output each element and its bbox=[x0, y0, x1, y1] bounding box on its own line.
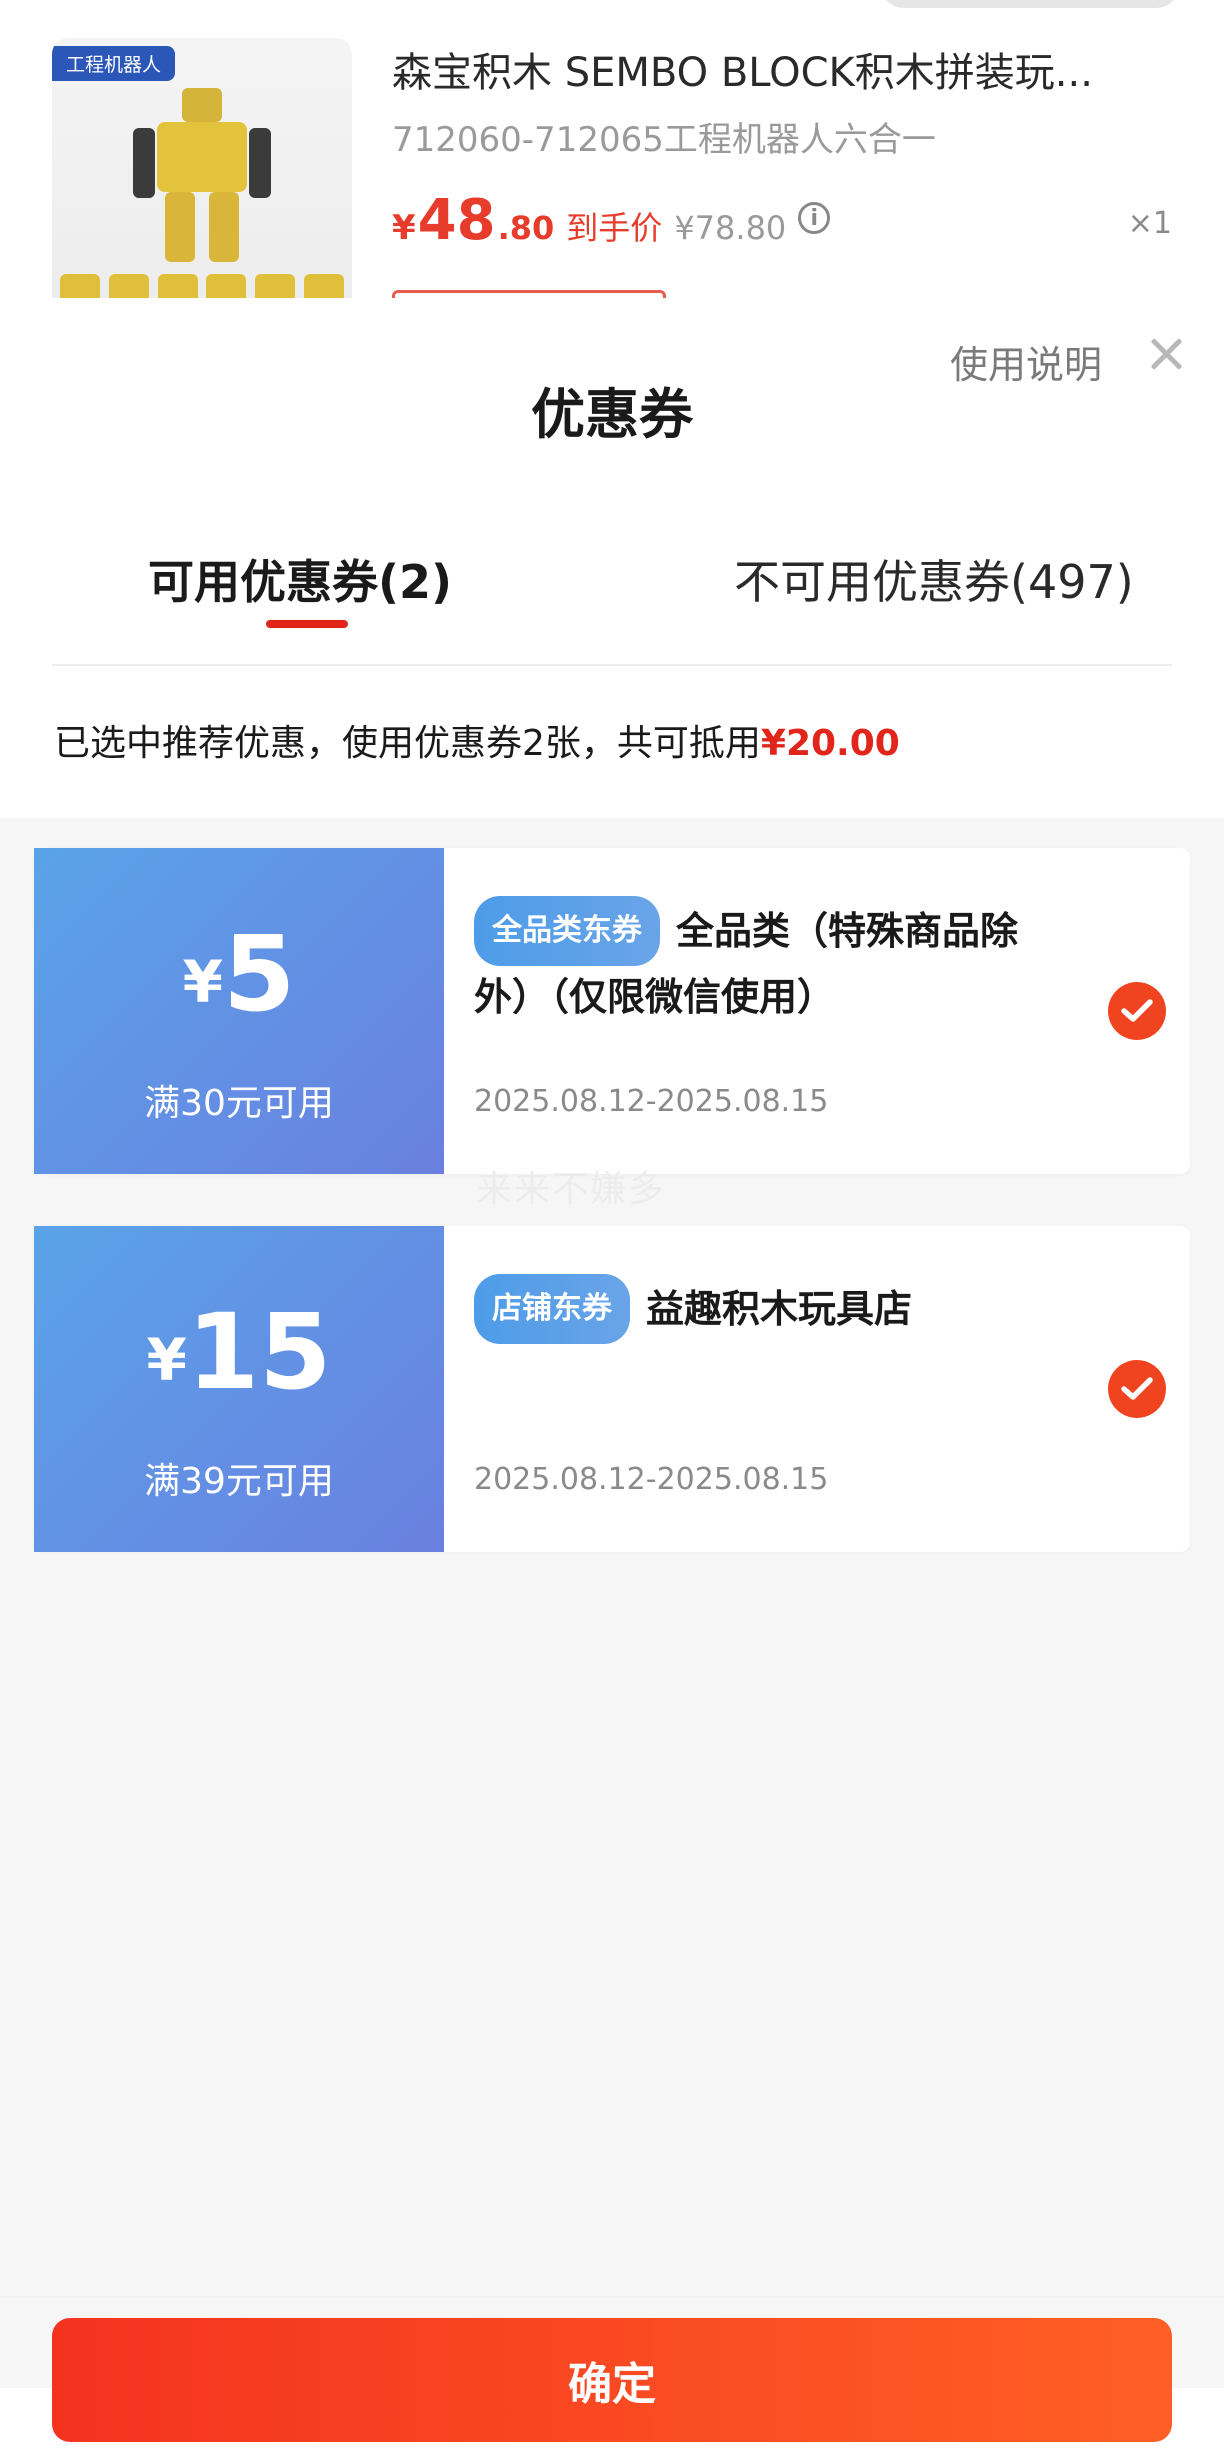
coupon-amount: ¥15 bbox=[34, 1300, 444, 1404]
coupon-desc-text: 益趣积木玩具店 bbox=[646, 1287, 913, 1331]
close-icon[interactable] bbox=[1146, 334, 1186, 374]
usage-instructions-link[interactable]: 使用说明 bbox=[950, 334, 1102, 389]
coupon-card[interactable]: ¥15 满39元可用 店铺东券 益趣积木玩具店 2025.08.12-2025.0… bbox=[34, 1226, 1190, 1552]
coupon-type-badge: 全品类东券 bbox=[474, 896, 660, 966]
product-title[interactable]: 森宝积木 SEMBO BLOCK积木拼装玩... bbox=[392, 40, 1192, 98]
robot-illustration bbox=[133, 88, 271, 263]
coupon-value: 5 bbox=[222, 913, 296, 1035]
price-integer: 48 bbox=[417, 188, 496, 253]
coupon-sheet: 优惠券 使用说明 可用优惠券(2) 不可用优惠券(497) 已选中推荐优惠，使用… bbox=[0, 298, 1224, 2459]
coupon-details: 全品类东券 全品类（特殊商品除外）（仅限微信使用） 2025.08.12-2025… bbox=[444, 848, 1190, 1174]
confirm-button[interactable]: 确定 bbox=[52, 2318, 1172, 2442]
coupon-condition: 满30元可用 bbox=[144, 1083, 334, 1124]
coupon-validity-date: 2025.08.12-2025.08.15 bbox=[474, 1462, 829, 1497]
product-sku: 712060-712065工程机器人六合一 bbox=[392, 120, 936, 160]
active-tab-indicator bbox=[266, 620, 348, 628]
check-circle-icon[interactable] bbox=[1108, 1360, 1166, 1418]
summary-text: 已选中推荐优惠，使用优惠券2张，共可抵用 bbox=[54, 723, 761, 764]
product-thumbnail[interactable]: 工程机器人 bbox=[52, 38, 352, 328]
divider bbox=[52, 664, 1172, 666]
product-card-background: 工程机器人 森宝积木 SEMBO BLOCK积木拼装玩... 712060-71… bbox=[0, 0, 1224, 330]
summary-amount: ¥20.00 bbox=[760, 723, 900, 764]
coupon-validity-date: 2025.08.12-2025.08.15 bbox=[474, 1084, 829, 1119]
coupon-description: 全品类东券 全品类（特殊商品除外）（仅限微信使用） bbox=[474, 896, 1074, 1028]
coupon-amount: ¥5 bbox=[34, 922, 444, 1026]
price-decimal: .80 bbox=[497, 209, 555, 247]
coupon-list: ¥5 满30元可用 全品类东券 全品类（特殊商品除外）（仅限微信使用） 2025.… bbox=[0, 818, 1224, 2388]
tab-unavailable-coupons[interactable]: 不可用优惠券(497) bbox=[734, 546, 1134, 612]
price-currency: ¥ bbox=[392, 208, 416, 248]
coupon-currency: ¥ bbox=[182, 948, 223, 1016]
coupon-value-panel: ¥5 满30元可用 bbox=[34, 848, 444, 1174]
price-label: 到手价 bbox=[566, 209, 663, 247]
coupon-value: 15 bbox=[186, 1291, 332, 1413]
selection-summary: 已选中推荐优惠，使用优惠券2张，共可抵用¥20.00 bbox=[54, 714, 900, 766]
coupon-value-panel: ¥15 满39元可用 bbox=[34, 1226, 444, 1552]
coupon-condition: 满39元可用 bbox=[144, 1461, 334, 1502]
coupon-currency: ¥ bbox=[146, 1326, 187, 1394]
price-row: ¥ 48 .80 到手价 ¥78.80 i bbox=[392, 188, 831, 253]
coupon-description: 店铺东券 益趣积木玩具店 bbox=[474, 1274, 1074, 1344]
footer-divider bbox=[0, 2296, 1224, 2298]
original-price: ¥78.80 bbox=[674, 209, 787, 247]
coupon-type-badge: 店铺东券 bbox=[474, 1274, 630, 1344]
coupon-details: 店铺东券 益趣积木玩具店 2025.08.12-2025.08.15 bbox=[444, 1226, 1190, 1552]
info-icon[interactable]: i bbox=[798, 202, 831, 234]
check-circle-icon[interactable] bbox=[1108, 982, 1166, 1040]
thumbnail-tag: 工程机器人 bbox=[52, 46, 176, 81]
quantity: ×1 bbox=[1127, 206, 1172, 241]
coupon-card[interactable]: ¥5 满30元可用 全品类东券 全品类（特殊商品除外）（仅限微信使用） 2025.… bbox=[34, 848, 1190, 1174]
tab-available-coupons[interactable]: 可用优惠券(2) bbox=[148, 546, 452, 612]
top-pill bbox=[880, 0, 1180, 8]
watermark-text: 来来不嫌多 bbox=[476, 1169, 667, 1210]
